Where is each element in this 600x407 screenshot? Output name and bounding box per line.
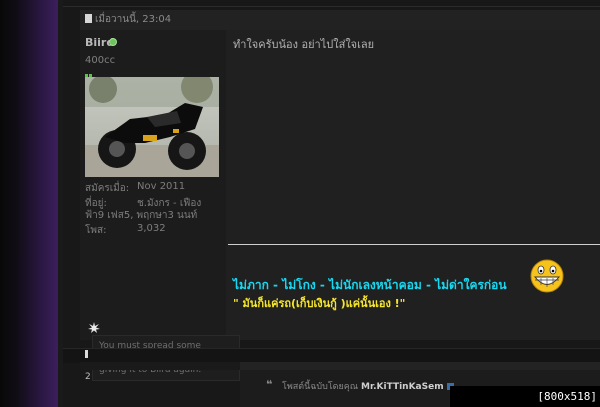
post-footer-bar xyxy=(63,348,600,363)
user-title: 400cc xyxy=(85,55,116,66)
post-header: เมื่อวานนี้, 23:04 xyxy=(80,10,600,31)
info-label-joined: สมัครเมื่อ: xyxy=(85,183,130,194)
info-location-line2: ฟ้า9 เฟส5, พฤกษา3 นนท์ xyxy=(85,210,198,221)
quote-author[interactable]: Mr.KiTTinKaSem xyxy=(361,382,444,392)
grin-smiley-icon xyxy=(530,259,564,293)
signature-line1: ไม่ภาก - ไม่โกง - ไม่นักเลงหน้าคอม - ไม่… xyxy=(233,278,507,292)
quote-icon: ❝ xyxy=(266,378,273,391)
user-avatar-motorcycle xyxy=(85,77,219,177)
online-status-icon xyxy=(109,38,117,46)
info-label-posts: โพส: xyxy=(85,225,107,236)
next-post-header xyxy=(240,362,600,370)
footer-marker xyxy=(85,350,88,358)
forum-page: เมื่อวานนี้, 23:04 Biird 400cc สมัครเมื่… xyxy=(0,0,600,407)
top-divider xyxy=(63,6,600,7)
next-post-number: 2 xyxy=(85,372,91,382)
post-timestamp: เมื่อวานนี้, 23:04 xyxy=(95,14,172,25)
post-message: ทำใจครับน้อง อย่าไปใส่ใจเลย xyxy=(233,38,375,51)
next-post-user-header xyxy=(80,362,240,370)
quote-header: โพสต์นี้ฉบับโดยคุณ Mr.KiTTinKaSem xyxy=(282,379,454,393)
left-gradient-strip xyxy=(0,0,58,407)
quote-prefix: โพสต์นี้ฉบับโดยคุณ xyxy=(282,382,359,392)
info-value-posts: 3,032 xyxy=(137,223,166,234)
signature-line2: " มันก็แค่รถ(เก็บเงินกู้ )แค่นั้นเอง !" xyxy=(233,297,406,310)
reputation-star-icon[interactable] xyxy=(88,322,100,334)
info-value-joined: Nov 2011 xyxy=(137,181,186,192)
signature-separator xyxy=(228,244,600,245)
post-document-icon xyxy=(85,14,92,23)
image-watermark: [800x518] http://upic.me/ xyxy=(450,386,600,407)
